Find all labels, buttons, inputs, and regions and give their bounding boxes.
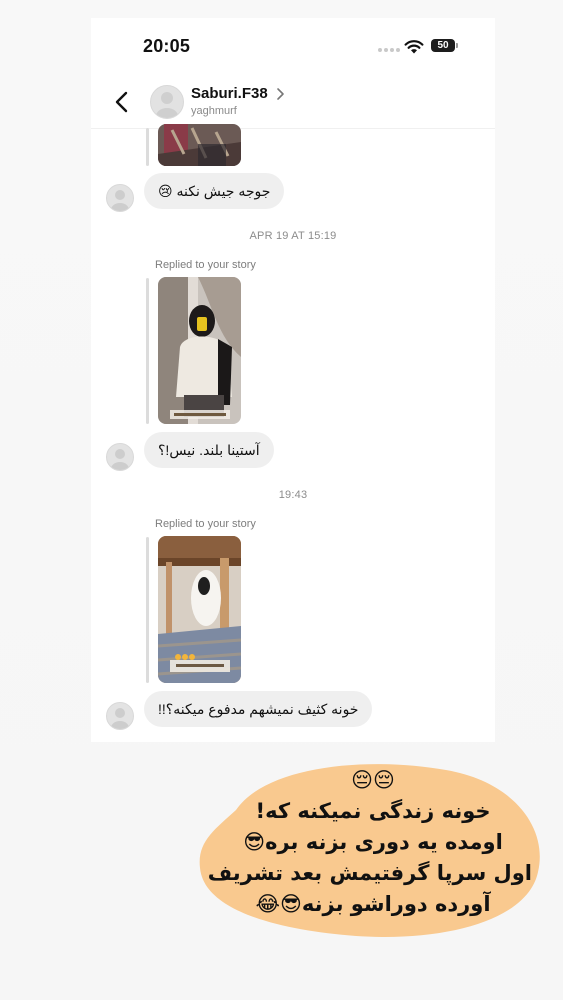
story-thumbnail[interactable]	[158, 124, 241, 166]
message-bubble[interactable]: آستینا بلند. نیس!؟	[144, 432, 274, 468]
cellular-signal-icon	[378, 48, 400, 52]
sender-avatar[interactable]	[106, 443, 134, 471]
caption-line: اومده یه دوری بزنه بره😎	[243, 830, 503, 854]
avatar-placeholder-icon	[111, 190, 129, 211]
story-thumbnail[interactable]	[158, 536, 241, 683]
contact-name[interactable]: Saburi.F38	[191, 85, 268, 102]
story-thumbnail[interactable]	[158, 277, 241, 424]
wifi-icon	[404, 40, 424, 54]
status-time: 20:05	[143, 36, 191, 56]
sender-avatar[interactable]	[106, 702, 134, 730]
sender-avatar[interactable]	[106, 184, 134, 212]
caption-line: 😔😔	[351, 768, 395, 792]
reply-indicator-bar	[146, 278, 149, 424]
story-caption: 😔😔 خونه زندگی نمیکنه که! اومده یه دوری ب…	[207, 765, 532, 920]
replied-to-story-label: Replied to your story	[155, 518, 256, 530]
contact-handle: yaghmurf	[191, 105, 237, 117]
status-bar: 20:05 50	[91, 18, 495, 72]
message-bubble[interactable]: جوجه جیش نکنه 😢	[144, 173, 285, 209]
caption-line: اول سرپا گرفتیمش بعد تشریف	[207, 861, 532, 885]
reply-indicator-bar	[146, 537, 149, 683]
message-bubble[interactable]: خونه کثیف نمیشهم مدفوع میکنه؟!!	[144, 691, 373, 727]
caption-line: خونه زندگی نمیکنه که!	[255, 799, 491, 823]
avatar-placeholder-icon	[111, 708, 129, 729]
timestamp: 19:43	[278, 489, 308, 501]
avatar-placeholder-icon	[111, 449, 129, 470]
battery-icon: 50	[431, 39, 458, 52]
back-arrow-icon[interactable]	[113, 90, 131, 114]
reply-indicator-bar	[146, 128, 149, 166]
avatar-placeholder-icon	[156, 92, 178, 118]
header-avatar[interactable]	[150, 85, 184, 119]
caption-line: آورده دوراشو بزنه😎😂	[255, 892, 491, 916]
timestamp: APR 19 AT 15:19	[249, 230, 337, 242]
chevron-right-icon[interactable]	[275, 87, 285, 101]
replied-to-story-label: Replied to your story	[155, 259, 256, 271]
phone-screenshot: 20:05 50 Saburi.F38 yaghmurf جوجه جیش نک…	[91, 18, 495, 742]
chat-header: Saburi.F38 yaghmurf	[91, 76, 495, 129]
